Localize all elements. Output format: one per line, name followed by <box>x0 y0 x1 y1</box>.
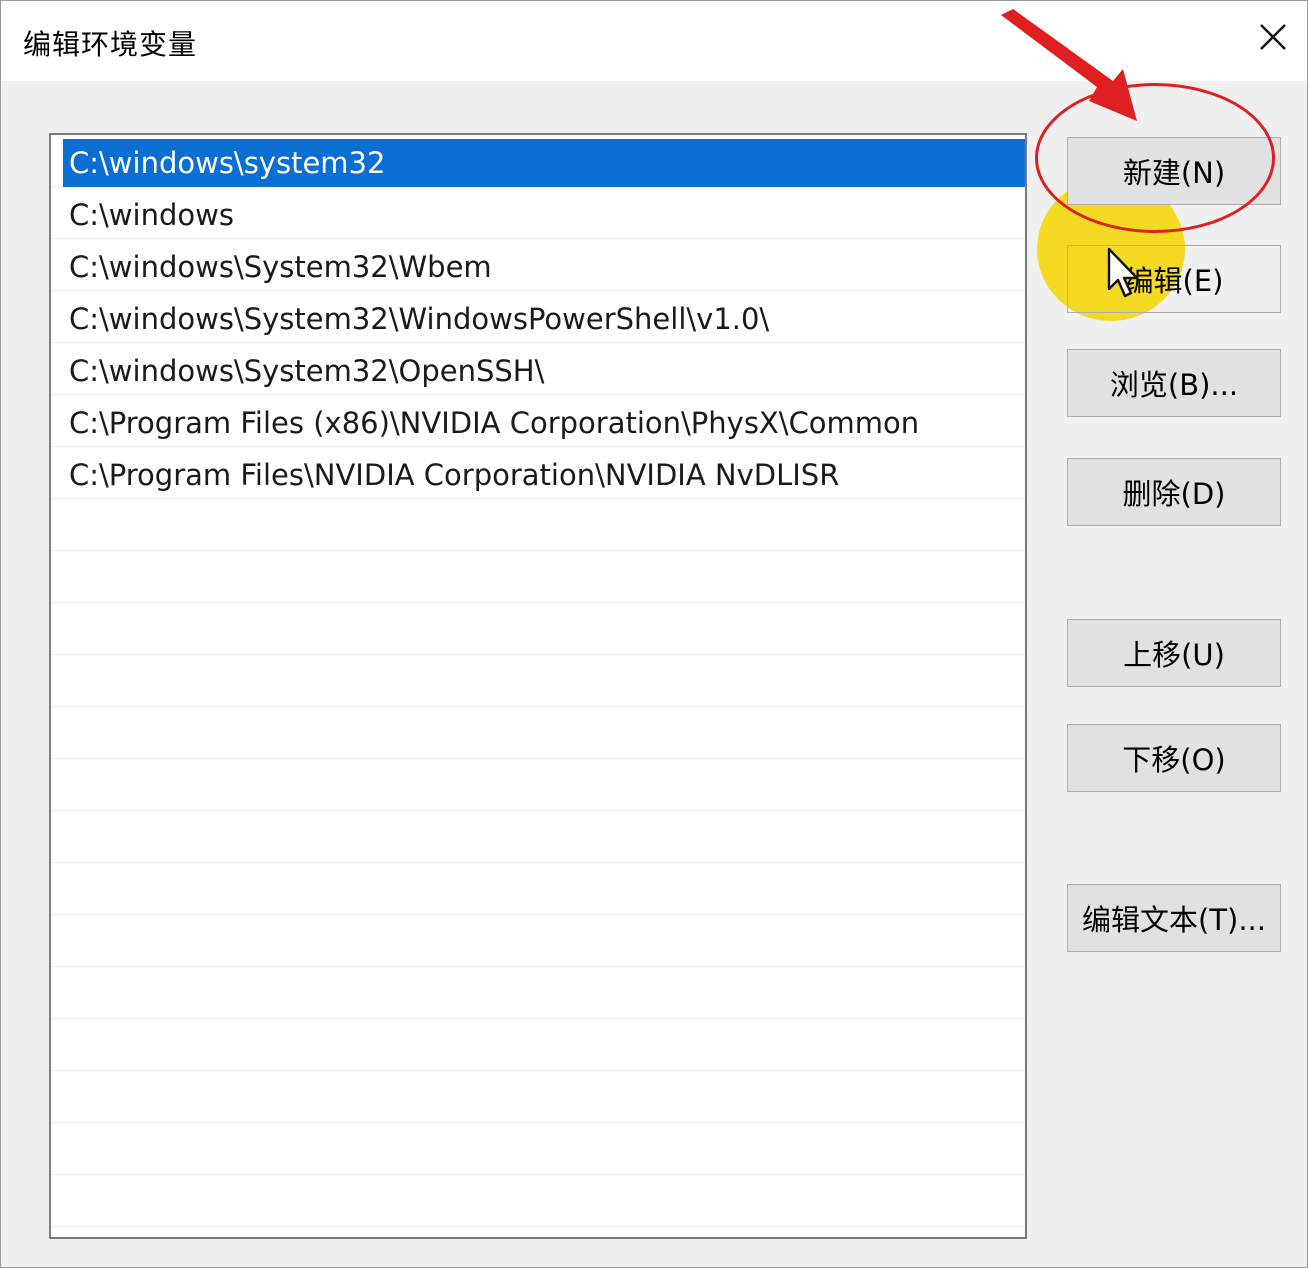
edit-button[interactable]: 编辑(E) <box>1067 245 1281 313</box>
list-row[interactable] <box>51 655 1025 707</box>
annotation-arrow-icon <box>1001 9 1137 121</box>
close-icon <box>1260 24 1286 50</box>
list-item[interactable]: C:\windows\System32\WindowsPowerShell\v1… <box>63 295 1025 343</box>
list-row[interactable] <box>51 603 1025 655</box>
list-row[interactable] <box>51 1123 1025 1175</box>
browse-button[interactable]: 浏览(B)... <box>1067 349 1281 417</box>
list-row[interactable]: C:\windows\system32 <box>51 135 1025 187</box>
list-item[interactable]: C:\windows\System32\OpenSSH\ <box>63 347 1025 395</box>
list-item[interactable]: C:\windows <box>63 191 1025 239</box>
delete-button[interactable]: 删除(D) <box>1067 458 1281 526</box>
list-row[interactable] <box>51 915 1025 967</box>
list-item[interactable]: C:\windows\System32\Wbem <box>63 243 1025 291</box>
close-button[interactable] <box>1247 11 1299 63</box>
list-row[interactable] <box>51 1175 1025 1227</box>
path-list[interactable]: C:\windows\system32 C:\windows C:\windows\… <box>49 133 1027 1239</box>
list-row[interactable] <box>51 759 1025 811</box>
list-item[interactable]: C:\windows\system32 <box>63 139 1025 187</box>
list-row[interactable] <box>51 1019 1025 1071</box>
list-row[interactable] <box>51 499 1025 551</box>
edit-text-button[interactable]: 编辑文本(T)... <box>1067 884 1281 952</box>
list-row[interactable] <box>51 551 1025 603</box>
list-row[interactable]: C:\Program Files (x86)\NVIDIA Corporatio… <box>51 395 1025 447</box>
list-row[interactable] <box>51 1071 1025 1123</box>
list-item[interactable]: C:\Program Files\NVIDIA Corporation\NVID… <box>63 451 1025 499</box>
mouse-pointer-icon <box>1107 247 1139 298</box>
window-title: 编辑环境变量 <box>23 28 198 61</box>
list-row[interactable] <box>51 707 1025 759</box>
list-row[interactable]: C:\windows\System32\Wbem <box>51 239 1025 291</box>
move-down-button[interactable]: 下移(O) <box>1067 724 1281 792</box>
list-row[interactable]: C:\windows <box>51 187 1025 239</box>
list-row[interactable] <box>51 967 1025 1019</box>
move-up-button[interactable]: 上移(U) <box>1067 619 1281 687</box>
list-row[interactable] <box>51 863 1025 915</box>
list-row[interactable]: C:\Program Files\NVIDIA Corporation\NVID… <box>51 447 1025 499</box>
list-item[interactable]: C:\Program Files (x86)\NVIDIA Corporatio… <box>63 399 1025 447</box>
list-row[interactable]: C:\windows\System32\WindowsPowerShell\v1… <box>51 291 1025 343</box>
list-row[interactable] <box>51 811 1025 863</box>
list-row[interactable]: C:\windows\System32\OpenSSH\ <box>51 343 1025 395</box>
edit-env-var-dialog: 编辑环境变量 C:\windows\system32 C:\windows C:\w… <box>0 0 1308 1268</box>
